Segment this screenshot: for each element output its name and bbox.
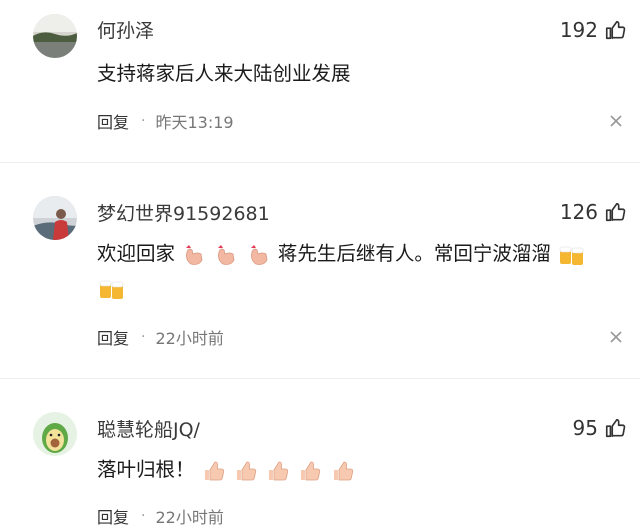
meta-separator: · <box>141 329 146 345</box>
thumbs-up-emoji <box>269 461 289 480</box>
like-button[interactable]: 192 <box>560 18 626 42</box>
comment-username[interactable]: 聪慧轮船JQ/ <box>97 415 200 442</box>
finger-heart-emoji <box>186 244 203 265</box>
comment-text-part: 落叶归根！ <box>97 458 195 481</box>
comment-meta: 回复 · 22小时前 <box>97 325 224 349</box>
comment-text: 支持蒋家后人来大陆创业发展 <box>97 62 351 85</box>
reply-button[interactable]: 回复 <box>97 504 129 528</box>
like-button[interactable]: 95 <box>573 416 626 440</box>
avatar[interactable] <box>33 412 77 456</box>
thumbs-up-emoji <box>301 461 321 480</box>
comment-item: 梦幻世界91592681 126 欢迎回家 蒋先生后继有人。常回宁波溜溜 回复 … <box>0 170 640 370</box>
meta-separator: · <box>141 508 146 524</box>
thumbs-up-emoji <box>204 461 224 480</box>
like-count: 192 <box>559 18 598 42</box>
finger-heart-emoji <box>218 244 235 265</box>
comment-username[interactable]: 何孙泽 <box>97 16 154 43</box>
like-count: 126 <box>559 200 598 224</box>
thumbs-up-emoji <box>333 461 353 480</box>
comment-text-part: 蒋先生后继有人。常回宁波溜溜 <box>277 242 551 265</box>
close-icon[interactable] <box>610 115 622 127</box>
thumbs-up-icon[interactable] <box>604 417 626 439</box>
meta-separator: · <box>141 113 146 129</box>
thumbs-up-icon[interactable] <box>604 19 626 41</box>
avatar[interactable] <box>33 14 77 58</box>
comment-text: 落叶归根！ <box>97 453 356 487</box>
comment-text-part: 欢迎回家 <box>97 242 176 265</box>
comment-time: 22小时前 <box>155 329 224 348</box>
beer-mugs-emoji <box>559 246 584 265</box>
comment-item: 聪慧轮船JQ/ 95 落叶归根！ 回复 · 22小时前 <box>0 386 640 527</box>
comment-text: 欢迎回家 蒋先生后继有人。常回宁波溜溜 <box>97 237 587 271</box>
finger-heart-emoji <box>250 244 268 265</box>
comment-item: 何孙泽 192 支持蒋家后人来大陆创业发展 回复 · 昨天13:19 <box>0 0 640 160</box>
comment-meta: 回复 · 22小时前 <box>97 504 224 528</box>
comment-text-line2 <box>97 271 127 305</box>
comment-username[interactable]: 梦幻世界91592681 <box>97 199 270 226</box>
like-count: 95 <box>572 416 598 440</box>
comment-time: 昨天13:19 <box>155 113 234 132</box>
reply-button[interactable]: 回复 <box>97 109 129 133</box>
reply-button[interactable]: 回复 <box>97 325 129 349</box>
thumbs-up-icon[interactable] <box>604 201 626 223</box>
thumbs-up-emoji <box>236 461 257 480</box>
comment-meta: 回复 · 昨天13:19 <box>97 109 234 133</box>
divider <box>0 378 640 379</box>
comment-time: 22小时前 <box>155 508 224 527</box>
like-button[interactable]: 126 <box>560 200 626 224</box>
close-icon[interactable] <box>610 331 622 343</box>
beer-mugs-emoji <box>99 280 124 299</box>
divider <box>0 162 640 163</box>
avatar[interactable] <box>33 196 77 240</box>
